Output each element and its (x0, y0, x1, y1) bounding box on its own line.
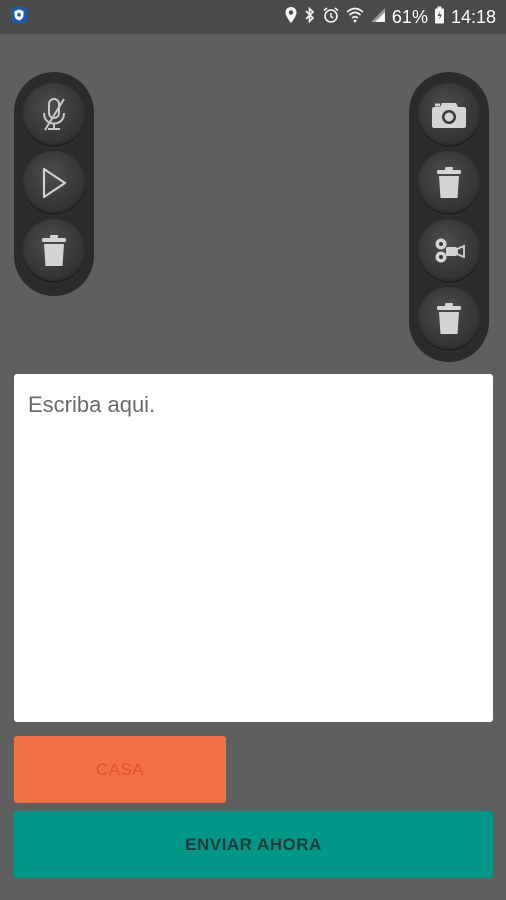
media-controls-panel (409, 72, 489, 362)
wifi-icon (346, 7, 364, 27)
video-button[interactable] (417, 219, 481, 283)
app-shield-icon (10, 6, 28, 29)
delete-audio-button[interactable] (22, 219, 86, 283)
mic-off-button[interactable] (22, 83, 86, 147)
video-camera-icon (433, 237, 465, 265)
alarm-icon (322, 6, 340, 28)
trash-icon (436, 166, 462, 200)
play-icon (39, 166, 69, 200)
camera-button[interactable] (417, 83, 481, 147)
status-left (10, 6, 284, 29)
play-button[interactable] (22, 151, 86, 215)
casa-button[interactable]: CASA (14, 736, 226, 803)
status-bar: 61% 14:18 (0, 0, 506, 34)
bluetooth-icon (304, 6, 316, 28)
battery-percent: 61% (391, 6, 428, 27)
camera-icon (431, 101, 467, 129)
note-box (14, 374, 493, 722)
status-right: 61% 14:18 (284, 6, 496, 28)
note-input[interactable] (28, 392, 479, 704)
audio-controls-panel (14, 72, 94, 296)
signal-icon (370, 7, 386, 27)
send-now-button[interactable]: ENVIAR AHORA (14, 811, 493, 878)
battery-icon (434, 6, 445, 28)
delete-photo-button[interactable] (417, 151, 481, 215)
clock: 14:18 (450, 6, 496, 27)
delete-video-button[interactable] (417, 287, 481, 351)
mic-off-icon (37, 96, 71, 134)
trash-icon (41, 234, 67, 268)
trash-icon (436, 302, 462, 336)
location-icon (284, 6, 298, 28)
